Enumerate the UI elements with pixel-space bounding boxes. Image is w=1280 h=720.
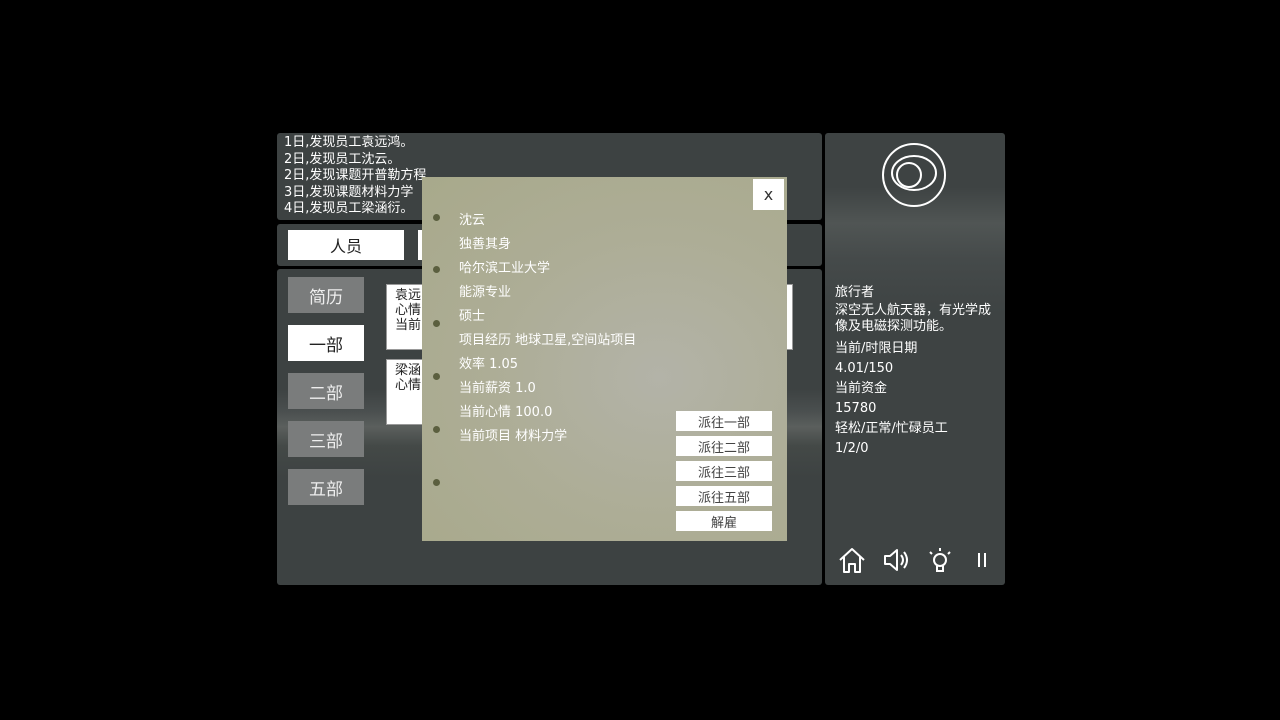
dept-button-2[interactable]: 二部 [288, 373, 364, 409]
employee-info: 沈云 独善其身 哈尔滨工业大学 能源专业 硕士 项目经历 地球卫星,空间站项目 … [459, 209, 636, 449]
date-label: 当前/时限日期 [835, 341, 918, 356]
employee-trait: 独善其身 [459, 237, 512, 252]
dept-button-1[interactable]: 一部 [288, 325, 364, 361]
employee-project: 当前项目 材料力学 [459, 429, 568, 444]
bullet-dot [433, 214, 440, 221]
speaker-icon[interactable] [881, 545, 911, 575]
employee-degree: 硕士 [459, 309, 486, 324]
date-value: 4.01/150 [835, 361, 894, 376]
log-line: 2日,发现员工沈云。 [284, 151, 401, 167]
bullet-dot [433, 373, 440, 380]
employee-detail-modal: x 沈云 独善其身 哈尔滨工业大学 能源专业 硕士 项目经历 地球卫星,空间站项… [422, 177, 787, 541]
send-dept2-button[interactable]: 派往二部 [676, 436, 772, 456]
employee-school: 哈尔滨工业大学 [459, 261, 551, 276]
player-name: 旅行者 [835, 285, 875, 300]
fire-button[interactable]: 解雇 [676, 511, 772, 531]
orbit-logo-icon [882, 143, 946, 207]
staff-value: 1/2/0 [835, 441, 869, 456]
send-dept3-button[interactable]: 派往三部 [676, 461, 772, 481]
employee-salary: 当前薪资 1.0 [459, 381, 536, 396]
send-dept5-button[interactable]: 派往五部 [676, 486, 772, 506]
bullet-dot [433, 266, 440, 273]
funds-label: 当前资金 [835, 381, 888, 396]
employee-efficiency: 效率 1.05 [459, 357, 519, 372]
log-line: 1日,发现员工袁远鸿。 [284, 135, 414, 150]
funds-value: 15780 [835, 401, 877, 416]
bullet-dot [433, 320, 440, 327]
bullet-dot [433, 479, 440, 486]
dept-button-3[interactable]: 三部 [288, 421, 364, 457]
player-description: 深空无人航天器，有光学成像及电磁探测功能。 [835, 303, 992, 334]
employee-name: 沈云 [459, 213, 486, 228]
close-button[interactable]: x [753, 179, 784, 210]
employee-major: 能源专业 [459, 285, 512, 300]
tab-personnel[interactable]: 人员 [288, 230, 404, 260]
send-dept1-button[interactable]: 派往一部 [676, 411, 772, 431]
home-icon[interactable] [837, 545, 867, 575]
staff-label: 轻松/正常/忙碌员工 [835, 421, 948, 436]
employee-experience: 项目经历 地球卫星,空间站项目 [459, 333, 637, 348]
lightbulb-icon[interactable] [925, 545, 955, 575]
pause-icon[interactable] [967, 545, 997, 575]
status-info: 旅行者 深空无人航天器，有光学成像及电磁探测功能。 当前/时限日期 4.01/1… [835, 283, 1000, 459]
dept-button-resume[interactable]: 简历 [288, 277, 364, 313]
side-panel: 旅行者 深空无人航天器，有光学成像及电磁探测功能。 当前/时限日期 4.01/1… [825, 133, 1005, 585]
bullet-dot [433, 426, 440, 433]
employee-mood: 当前心情 100.0 [459, 405, 553, 420]
dept-button-5[interactable]: 五部 [288, 469, 364, 505]
